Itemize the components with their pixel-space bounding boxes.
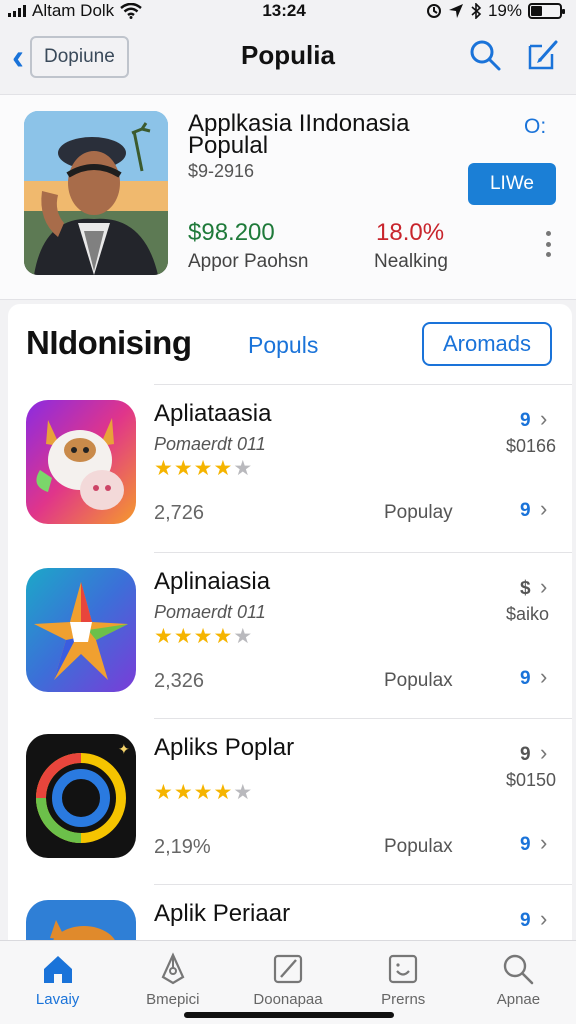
list-item[interactable]: ✦ Apliks Poplar ★★★★★ 2,19% Populax 9 › …: [8, 718, 572, 886]
signal-icon: [8, 5, 26, 17]
app-tag: Populay: [384, 502, 453, 523]
app-rank-secondary: 9: [520, 834, 531, 855]
carrier-label: Altam Dolk: [32, 1, 115, 20]
app-downloads: 2,726: [154, 502, 205, 524]
person-photo: [24, 111, 168, 275]
home-indicator[interactable]: [184, 1012, 394, 1018]
search-icon[interactable]: [468, 38, 502, 72]
search-icon: [504, 954, 534, 985]
tab-label: Lavaiy: [35, 991, 80, 1008]
app-icon-creature: [26, 400, 136, 524]
app-rank-secondary: 9: [520, 668, 531, 689]
app-list-panel: NIdonising Populs Aromads Apliataasia Po…: [8, 304, 572, 944]
svg-text:✦: ✦: [118, 742, 130, 758]
app-developer: Pomaerdt 011: [154, 434, 266, 454]
rating-stars: ★★★★★: [154, 781, 254, 804]
app-name: Apliks Poplar: [154, 734, 295, 761]
tab-search[interactable]: Apnae: [461, 941, 576, 1024]
rating-stars: ★★★★★: [154, 625, 254, 648]
chevron-right-icon[interactable]: ›: [540, 906, 547, 932]
list-header: NIdonising Populs Aromads: [8, 304, 572, 384]
back-button[interactable]: ‹ Dopiune: [12, 36, 129, 78]
status-left: Altam Dolk: [8, 1, 142, 21]
tab-library[interactable]: Lavaiy: [0, 941, 115, 1024]
chevron-right-icon[interactable]: ›: [540, 496, 547, 522]
app-icon-ring: ✦: [26, 734, 136, 858]
list-item[interactable]: Apliataasia Pomaerdt 011 ★★★★★ 2,726 Pop…: [8, 384, 572, 552]
app-developer: Pomaerdt 011: [154, 602, 266, 622]
app-name: Aplinaiasia: [154, 568, 271, 595]
navigation-bar: ‹ Dopiune Populia: [0, 26, 576, 90]
featured-subtitle: $9-2916: [188, 161, 255, 181]
app-icon-star: [26, 568, 136, 692]
app-rank-secondary: 9: [520, 500, 531, 521]
compose-icon[interactable]: [526, 38, 560, 72]
divider: [154, 884, 572, 885]
featured-percent: 18.0%: [376, 219, 445, 246]
list-item[interactable]: Aplinaiasia Pomaerdt 011 ★★★★★ 2,326 Pop…: [8, 552, 572, 720]
featured-card[interactable]: Applkasia IIndonasia Populal $9-2916 O: …: [0, 94, 576, 300]
rating-stars: ★★★★★: [154, 457, 254, 480]
tab-label: Apnae: [496, 991, 541, 1008]
app-downloads: 2,326: [154, 670, 205, 692]
app-name: Aplik Periaar: [154, 900, 291, 927]
tab-label: Prerns: [381, 991, 426, 1008]
more-options-icon[interactable]: [538, 227, 558, 261]
bluetooth-icon: [471, 3, 482, 19]
divider: [154, 552, 572, 553]
list-title: NIdonising: [26, 324, 192, 361]
pen-tool-icon: [161, 952, 185, 985]
edit-icon: [273, 954, 303, 984]
tab-label: Doonapaa: [253, 991, 323, 1008]
app-icon-animal: [26, 900, 136, 944]
app-rank: 9: [520, 410, 531, 431]
chevron-left-icon: ‹: [12, 36, 24, 77]
featured-title: Applkasia IIndonasia Populal: [188, 110, 410, 159]
home-icon: [43, 956, 72, 983]
divider: [154, 718, 572, 719]
status-bar: Altam Dolk 13:24 19%: [0, 0, 576, 22]
featured-percent-label: Nealking: [374, 251, 448, 272]
wifi-icon: [120, 3, 142, 19]
battery-icon: [527, 3, 565, 19]
divider: [154, 384, 572, 385]
list-action-button[interactable]: Aromads: [422, 322, 552, 366]
list-link[interactable]: Populs: [248, 332, 318, 359]
smiley-box-icon: [389, 954, 418, 984]
chevron-right-icon[interactable]: ›: [540, 830, 547, 856]
app-tag: Populax: [384, 836, 453, 857]
list-item[interactable]: Aplik Periaar 9 ›: [8, 884, 572, 944]
chevron-right-icon[interactable]: ›: [540, 664, 547, 690]
app-rank: $: [520, 578, 531, 599]
featured-price-label: Appor Paohsn: [188, 251, 309, 272]
back-button-label: Dopiune: [30, 36, 129, 78]
nav-actions: [468, 38, 560, 72]
battery-percent: 19%: [487, 1, 522, 20]
chevron-right-icon[interactable]: ›: [540, 740, 547, 766]
app-rank: 9: [520, 744, 531, 765]
app-price: $0150: [506, 770, 557, 790]
app-downloads: 2,19%: [154, 836, 211, 858]
chevron-right-icon[interactable]: ›: [540, 574, 547, 600]
status-time: 13:24: [262, 1, 306, 20]
featured-image: [24, 111, 168, 275]
alarm-icon: [426, 4, 441, 18]
app-name: Apliataasia: [154, 400, 272, 427]
tab-label: Bmepici: [146, 991, 200, 1008]
chevron-right-icon[interactable]: ›: [540, 406, 547, 432]
app-price: $aiko: [506, 604, 550, 624]
app-price: $0166: [506, 436, 557, 456]
app-tag: Populax: [384, 670, 453, 691]
location-icon: [448, 4, 463, 18]
featured-corner-label: O:: [524, 115, 547, 138]
app-rank: 9: [520, 910, 531, 931]
featured-price: $98.200: [188, 219, 275, 246]
view-button[interactable]: LIWe: [468, 163, 556, 205]
status-right: 19%: [426, 1, 565, 21]
